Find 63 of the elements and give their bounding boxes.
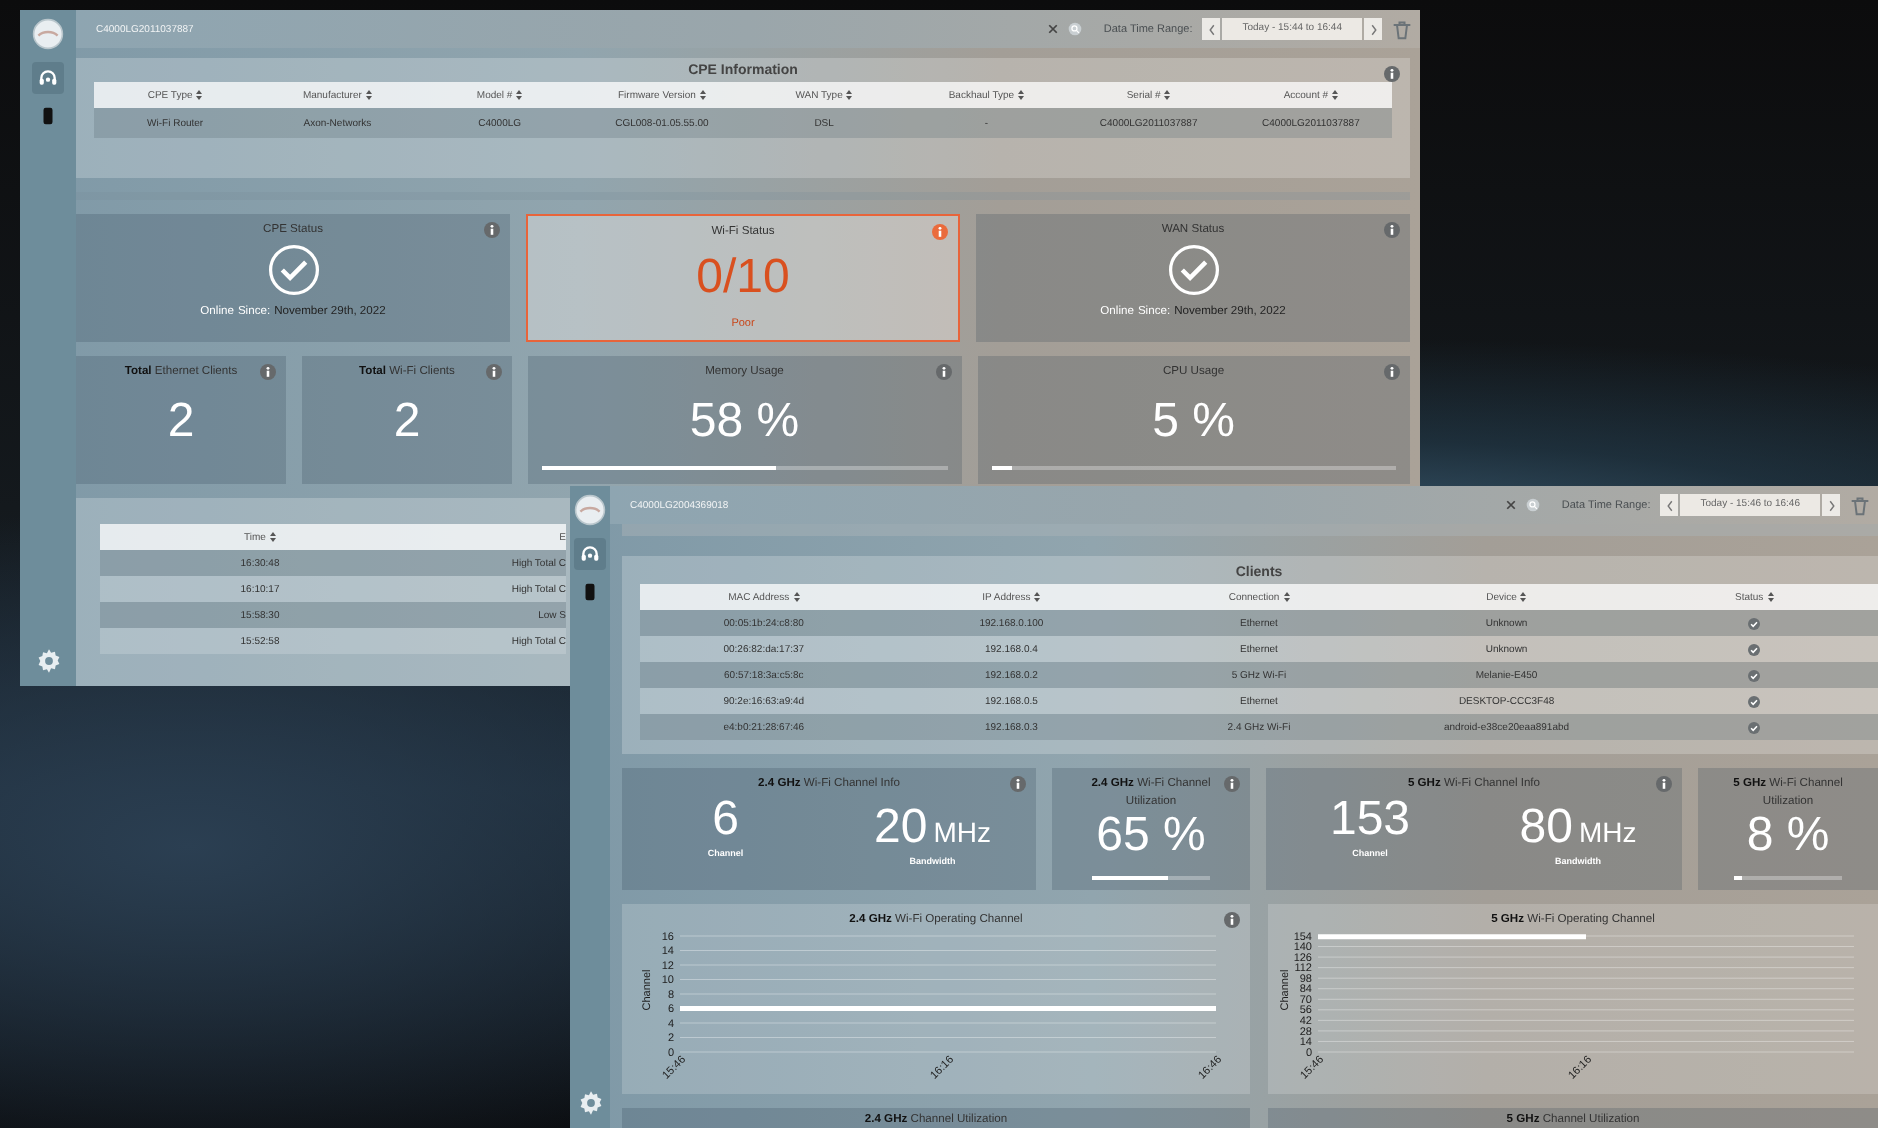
- info-icon[interactable]: [484, 222, 500, 238]
- previous-button[interactable]: [1202, 18, 1221, 40]
- utilization-value: 65 %: [1096, 812, 1206, 861]
- sort-icon: [1767, 592, 1774, 602]
- channel-value: 6: [712, 795, 739, 844]
- phone-icon[interactable]: [42, 106, 54, 126]
- next-button[interactable]: [1364, 18, 1382, 40]
- nav-button[interactable]: [574, 538, 606, 570]
- sort-icon: [846, 90, 853, 100]
- check-circle-icon: [1167, 244, 1219, 296]
- sort-icon: [1520, 592, 1527, 602]
- search-icon[interactable]: [1525, 498, 1540, 512]
- chevron-left-icon: [1665, 499, 1674, 511]
- previous-button[interactable]: [1660, 494, 1679, 516]
- info-icon[interactable]: [1010, 776, 1026, 792]
- sort-icon: [1034, 592, 1041, 602]
- sort-icon: [365, 90, 372, 100]
- sort-icon: [793, 592, 800, 602]
- info-icon[interactable]: [1384, 66, 1400, 82]
- info-icon[interactable]: [1224, 912, 1240, 928]
- logo-icon: [574, 494, 606, 526]
- sort-icon: [1332, 90, 1339, 100]
- stat-value: 5 %: [1152, 398, 1235, 446]
- close-icon[interactable]: [1505, 500, 1516, 510]
- sort-icon: [1283, 592, 1290, 602]
- headset-icon: [580, 544, 600, 564]
- chevron-right-icon: [1369, 23, 1377, 35]
- unit-label: MHz: [1578, 815, 1637, 848]
- stat-value: 2: [393, 398, 421, 446]
- sort-icon: [196, 90, 203, 100]
- unit-label: MHz: [933, 815, 991, 848]
- sort-icon: [269, 532, 276, 542]
- next-button[interactable]: [1822, 494, 1840, 516]
- bandwidth-value: 80: [1519, 803, 1573, 852]
- sort-icon: [516, 90, 523, 100]
- info-icon[interactable]: [486, 364, 502, 380]
- stat-value: 2: [167, 398, 195, 446]
- utilization-value: 8 %: [1746, 812, 1830, 861]
- phone-icon[interactable]: [584, 582, 596, 602]
- info-icon[interactable]: [935, 364, 951, 380]
- check-circle-icon: [267, 244, 319, 296]
- close-icon[interactable]: [1047, 24, 1058, 34]
- info-icon[interactable]: [1656, 776, 1672, 792]
- logo-icon: [32, 18, 64, 50]
- info-icon[interactable]: [1224, 776, 1240, 792]
- sort-icon: [1018, 90, 1025, 100]
- info-icon[interactable]: [1384, 364, 1400, 380]
- score-value: 0/10: [696, 250, 790, 306]
- headset-icon: [38, 68, 58, 88]
- info-icon[interactable]: [1384, 222, 1400, 238]
- chevron-left-icon: [1207, 23, 1216, 35]
- sort-icon: [699, 90, 706, 100]
- chevron-right-icon: [1827, 499, 1835, 511]
- settings-icon[interactable]: [577, 1090, 603, 1116]
- search-icon[interactable]: [1067, 22, 1082, 36]
- bandwidth-value: 20: [874, 803, 928, 852]
- nav-button[interactable]: [32, 62, 64, 94]
- stat-value: 58 %: [689, 398, 800, 446]
- settings-icon[interactable]: [35, 648, 61, 674]
- info-icon[interactable]: [260, 364, 276, 380]
- sort-icon: [1164, 90, 1171, 100]
- channel-value: 153: [1329, 795, 1411, 844]
- info-icon[interactable]: [932, 224, 948, 240]
